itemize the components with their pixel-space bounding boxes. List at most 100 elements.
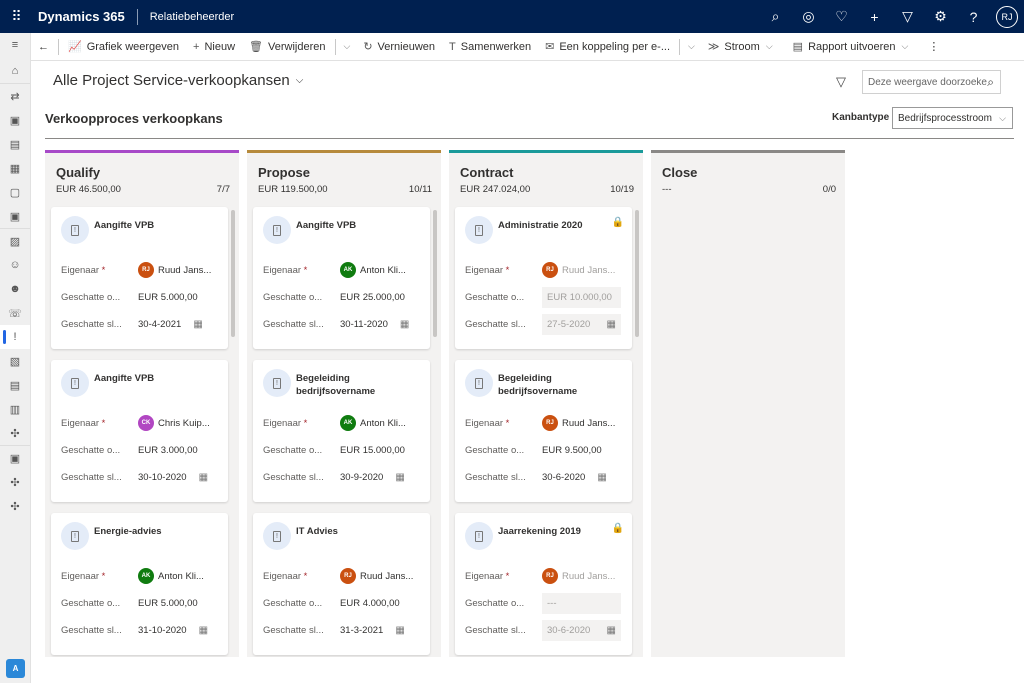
opportunity-card[interactable]: ! Administratie 2020 🔒 Eigenaar * RJ Ruud … [455,207,632,349]
opportunity-card[interactable]: ! Begeleiding bedrijfsovername Eigenaar … [455,360,632,502]
view-selector[interactable]: Alle Project Service-verkoopkansen ⌵ [53,72,309,89]
refresh-button[interactable]: ↻ Vernieuwen [356,33,442,61]
sidebar-item-clipboard[interactable]: ▣ [0,108,30,132]
calendar-icon[interactable]: ▦ [607,625,616,636]
close-date-field[interactable]: 30-6-2020 ▦ [542,472,607,483]
more-commands-chevron[interactable]: ⌵ [682,41,701,52]
sidebar-item-folder[interactable]: ▨ [0,229,30,253]
lightbulb-icon[interactable]: ♡ [825,8,858,25]
card-title[interactable]: Administratie 2020 [498,219,616,232]
sidebar-item-recent[interactable]: ⇄ [0,84,30,108]
app-launcher-icon[interactable]: ⠿ [0,8,32,25]
card-title[interactable]: Begeleiding bedrijfsovername [296,372,414,398]
opportunity-card[interactable]: ! Energie-advies Eigenaar * AK Anton Kli..… [51,513,228,655]
calendar-icon[interactable]: ▦ [395,625,404,636]
email-link-button[interactable]: ✉ Een koppeling per e-... [538,33,677,61]
card-title[interactable]: Aangifte VPB [296,219,414,232]
chart-button[interactable]: 📈 Grafiek weergeven [61,33,186,61]
close-date-field[interactable]: 30-10-2020 ▦ [138,472,208,483]
owner-value[interactable]: AK Anton Kli... [340,415,406,431]
user-avatar[interactable]: RJ [996,5,1018,28]
chevron-down-icon[interactable]: ⌵ [896,41,915,52]
opportunity-card[interactable]: ! Aangifte VPB Eigenaar * RJ Ruud Jans... … [51,207,228,349]
trash-button[interactable]: 🗑 Verwijderen [242,33,332,61]
help-icon[interactable]: ? [957,9,990,25]
chevron-down-icon[interactable]: ⌵ [760,41,779,52]
sidebar-item-briefcase[interactable]: ▤ [0,132,30,156]
gear-icon[interactable]: ⚙ [924,8,957,25]
revenue-field[interactable]: EUR 9.500,00 [542,445,602,456]
card-title[interactable]: Aangifte VPB [94,219,212,232]
app-name[interactable]: Relatiebeheerder [150,11,234,23]
sidebar-item-document[interactable]: ▢ [0,180,30,204]
area-switcher[interactable]: A [6,659,25,678]
close-date-field[interactable]: 31-10-2020 ▦ [138,625,208,636]
revenue-field[interactable]: EUR 3.000,00 [138,445,198,456]
owner-value[interactable]: AK Anton Kli... [138,568,204,584]
opportunity-card[interactable]: ! Aangifte VPB Eigenaar * AK Anton Kli... … [253,207,430,349]
close-date-field[interactable]: 30-11-2020 ▦ [340,319,409,330]
card-title[interactable]: Aangifte VPB [94,372,212,385]
sidebar-item-home[interactable]: ⌂ [0,59,30,83]
revenue-field[interactable]: EUR 5.000,00 [138,292,198,303]
owner-value[interactable]: RJ Ruud Jans... [542,568,615,584]
calendar-icon[interactable]: ▦ [199,472,208,483]
sidebar-item-puzzle[interactable]: ✣ [0,470,30,494]
close-date-field[interactable]: 31-3-2021 ▦ [340,625,405,636]
sidebar-item-puzzle[interactable]: ✣ [0,421,30,445]
sidebar-item-person[interactable]: ☻ [0,277,30,301]
revenue-field[interactable]: EUR 25.000,00 [340,292,405,303]
opportunity-card[interactable]: ! Begeleiding bedrijfsovername Eigenaar … [253,360,430,502]
owner-value[interactable]: RJ Ruud Jans... [542,262,615,278]
filter-icon[interactable]: ▽ [891,8,924,25]
calendar-icon[interactable]: ▦ [395,472,404,483]
search-icon[interactable]: ⌕ [759,8,792,25]
revenue-field[interactable]: EUR 4.000,00 [340,598,400,609]
sidebar-item-case[interactable]: ▣ [0,446,30,470]
search-input[interactable]: Deze weergave doorzoeke ⌕ [862,70,1001,94]
assistant-icon[interactable]: ◎ [792,8,825,25]
sidebar-item-opportunity[interactable]: ! [0,325,30,349]
kanban-type-select[interactable]: Bedrijfsprocesstroom ⌵ [892,107,1013,129]
opportunity-card[interactable]: ! Jaarrekening 2019 🔒 Eigenaar * RJ Ruud J… [455,513,632,655]
calendar-icon[interactable]: ▦ [193,319,202,330]
owner-value[interactable]: RJ Ruud Jans... [138,262,211,278]
scrollbar[interactable] [433,210,437,337]
card-title[interactable]: Energie-advies [94,525,212,538]
sidebar-item-puzzle[interactable]: ✣ [0,494,30,518]
scrollbar[interactable] [231,210,235,337]
brand-name[interactable]: Dynamics 365 [38,9,125,24]
sidebar-item-contacts[interactable]: ☺ [0,253,30,277]
scrollbar[interactable] [635,210,639,337]
owner-value[interactable]: RJ Ruud Jans... [340,568,413,584]
card-title[interactable]: Begeleiding bedrijfsovername [498,372,616,398]
more-options-button[interactable]: ⋮ [921,33,946,61]
owner-value[interactable]: CK Chris Kuip... [138,415,210,431]
calendar-icon[interactable]: ▦ [607,319,616,330]
calendar-icon[interactable]: ▦ [400,319,409,330]
opportunity-card[interactable]: ! Aangifte VPB Eigenaar * CK Chris Kuip...… [51,360,228,502]
opportunity-card[interactable]: ! IT Advies Eigenaar * RJ Ruud Jans... Ges… [253,513,430,655]
close-date-field[interactable]: 30-9-2020 ▦ [340,472,405,483]
plus-button[interactable]: + Nieuw [186,33,242,61]
owner-value[interactable]: AK Anton Kli... [340,262,406,278]
calendar-icon[interactable]: ▦ [597,472,606,483]
sidebar-item-menu[interactable]: ≡ [0,33,30,57]
card-title[interactable]: Jaarrekening 2019 [498,525,616,538]
more-commands-chevron[interactable]: ⌵ [338,41,357,52]
sidebar-item-case[interactable]: ▣ [0,204,30,228]
owner-value[interactable]: RJ Ruud Jans... [542,415,615,431]
search-icon[interactable]: ⌕ [987,75,1000,90]
card-title[interactable]: IT Advies [296,525,414,538]
back-button[interactable]: ← [31,33,56,61]
sidebar-item-phone[interactable]: ☏ [0,301,30,325]
revenue-field[interactable]: EUR 15.000,00 [340,445,405,456]
report-button[interactable]: ▤ Rapport uitvoeren ⌵ [786,33,922,61]
teams-button[interactable]: T Samenwerken [442,33,538,61]
close-date-field[interactable]: 30-4-2021 ▦ [138,319,203,330]
flow-button[interactable]: ≫ Stroom ⌵ [701,33,786,61]
sidebar-item-quote[interactable]: ▧ [0,349,30,373]
filter-icon[interactable]: ▽ [836,74,846,90]
sidebar-item-report[interactable]: ▦ [0,156,30,180]
sidebar-item-table[interactable]: ▥ [0,397,30,421]
